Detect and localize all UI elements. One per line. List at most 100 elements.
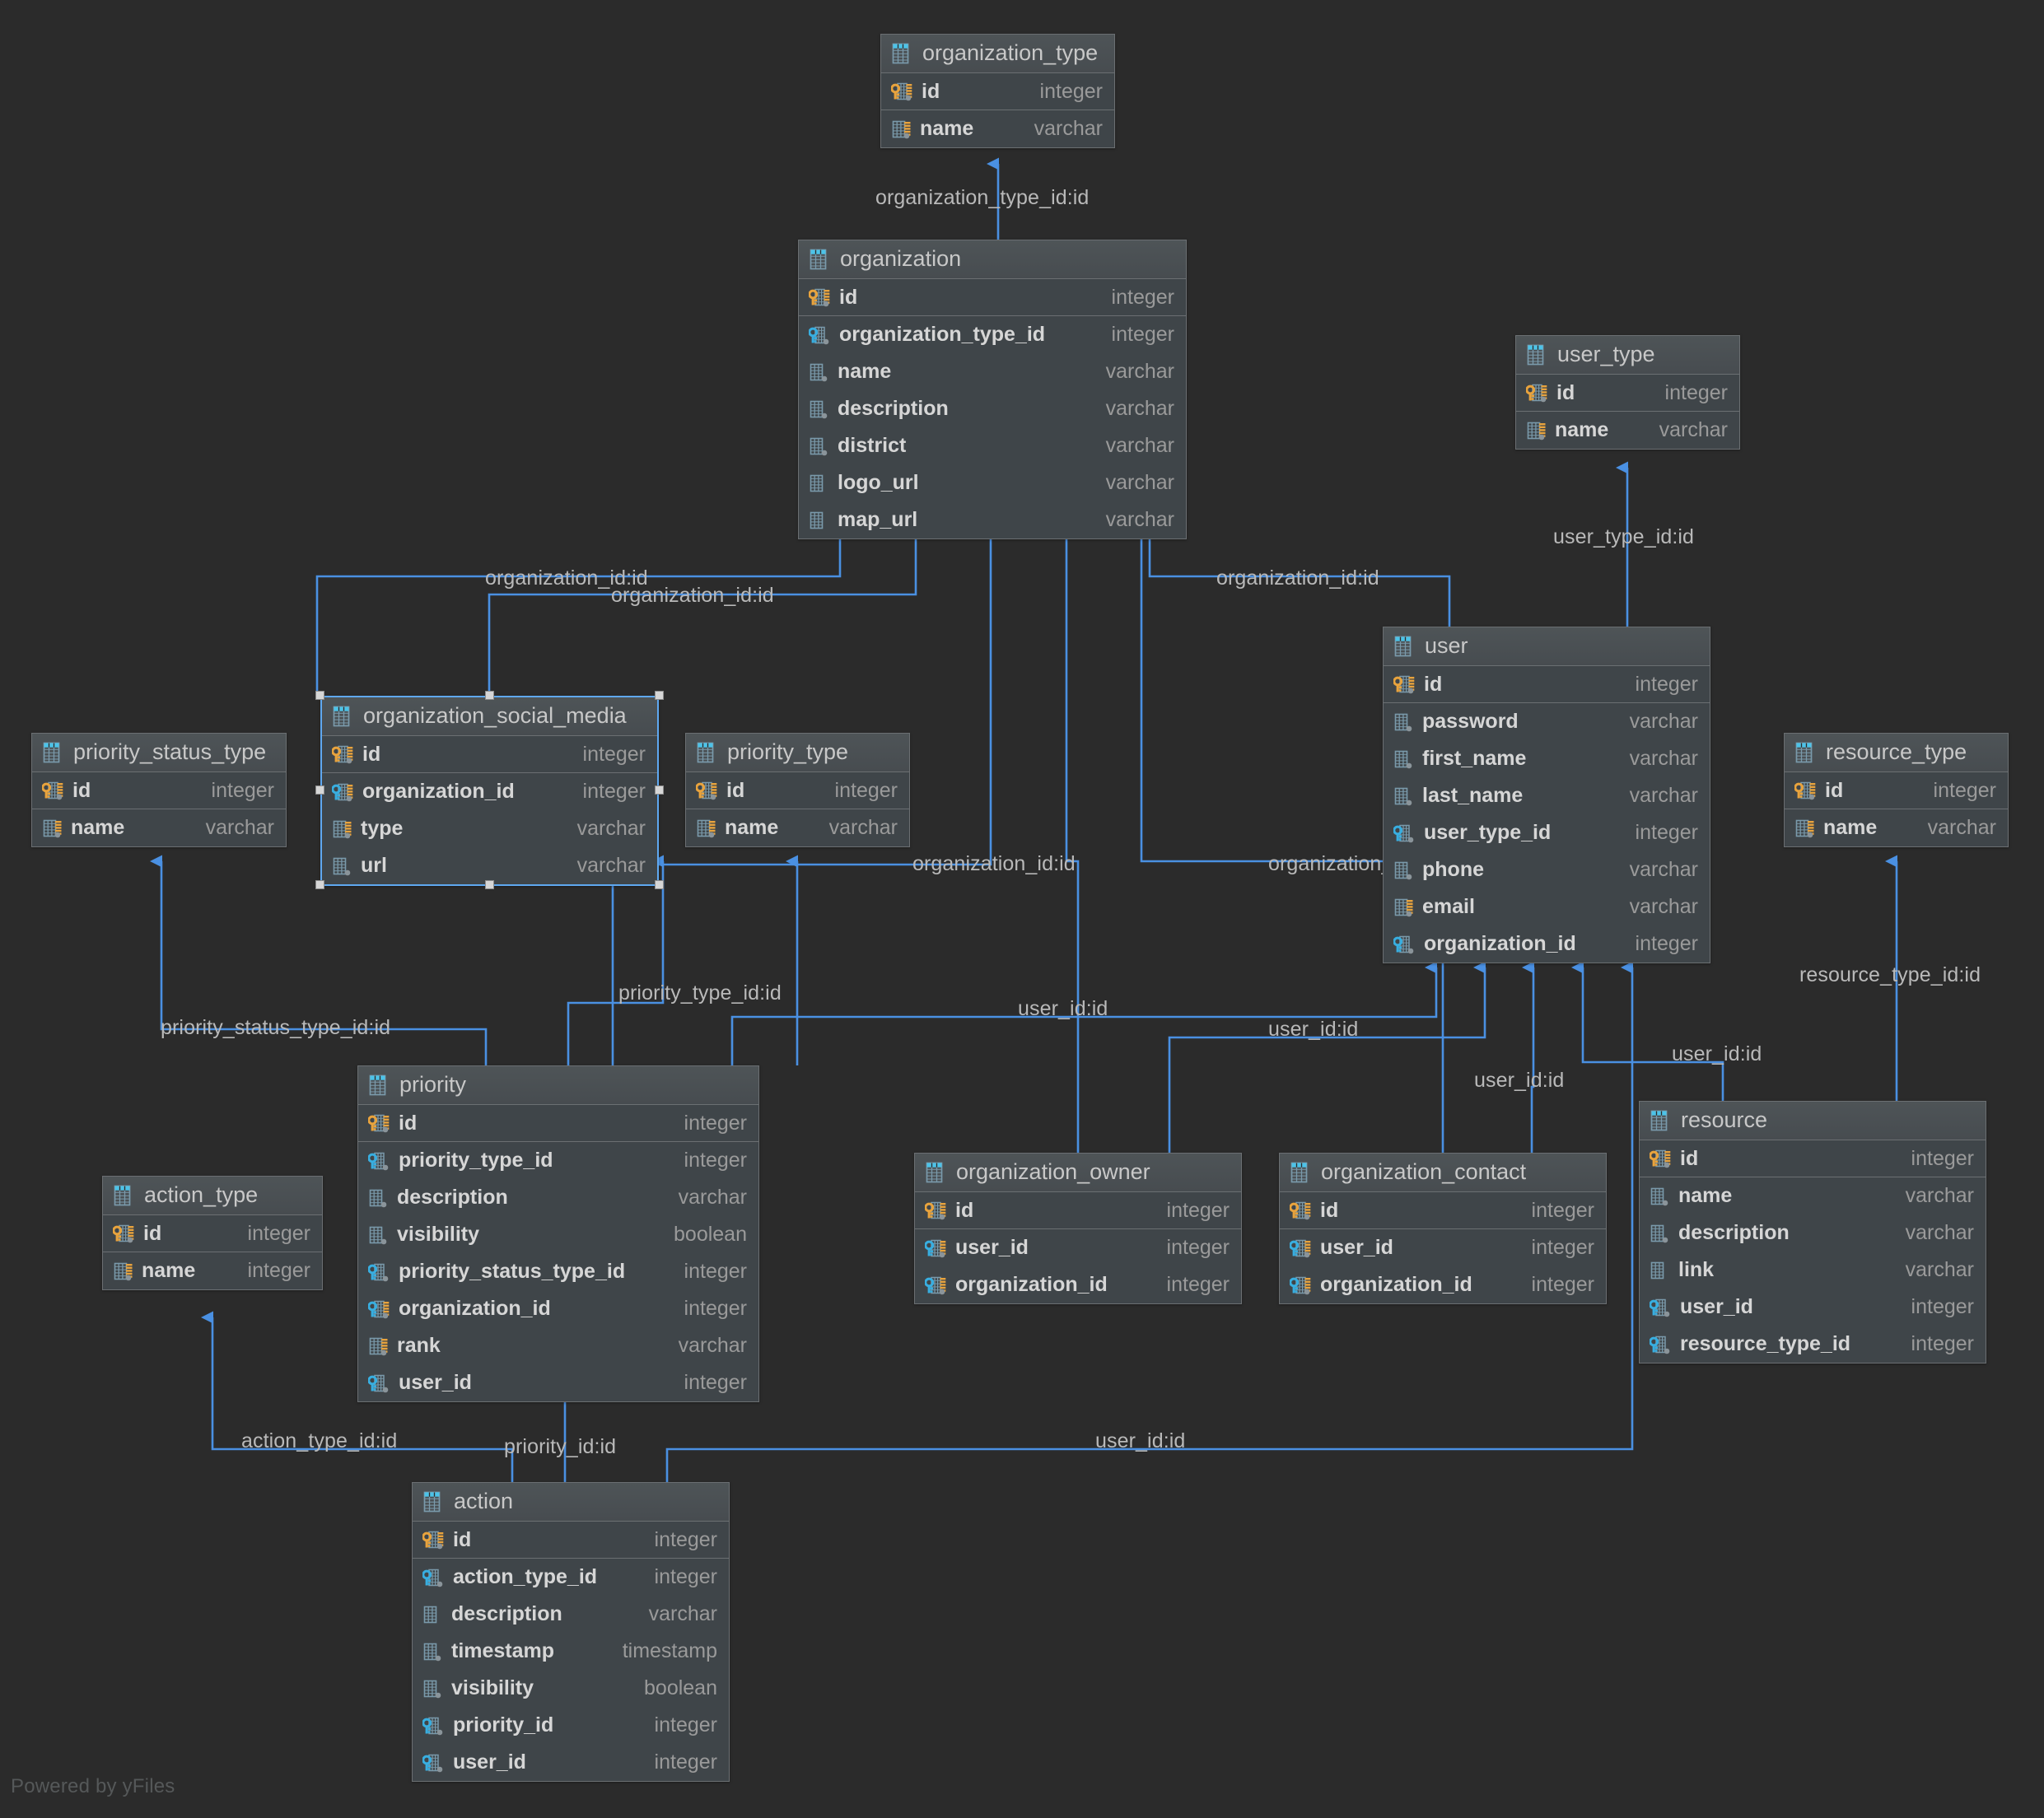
table-node-action[interactable]: action id integer action_type_id integer desc…	[412, 1482, 730, 1782]
column-row-name[interactable]: name varchar	[686, 809, 909, 846]
table-header-organization_social_media[interactable]: organization_social_media	[322, 697, 657, 736]
selection-handle-4[interactable]	[655, 785, 664, 795]
column-row-name[interactable]: name varchar	[1516, 412, 1739, 449]
table-header-organization_owner[interactable]: organization_owner	[915, 1154, 1241, 1192]
column-row-password[interactable]: password varchar	[1384, 703, 1710, 740]
table-node-organization_contact[interactable]: organization_contact id integer user_id inte…	[1279, 1153, 1607, 1304]
column-row-id[interactable]: id integer	[413, 1522, 729, 1559]
table-header-resource_type[interactable]: resource_type	[1785, 734, 2008, 772]
table-header-user[interactable]: user	[1384, 627, 1710, 666]
column-row-url[interactable]: url varchar	[322, 847, 657, 884]
table-node-organization_owner[interactable]: organization_owner id integer user_id intege…	[914, 1153, 1242, 1304]
column-row-description[interactable]: description varchar	[799, 390, 1186, 427]
table-node-priority_type[interactable]: priority_type id integer name varchar	[685, 733, 910, 847]
table-header-action_type[interactable]: action_type	[103, 1177, 322, 1215]
table-header-priority_status_type[interactable]: priority_status_type	[32, 734, 286, 772]
selection-handle-0[interactable]	[315, 691, 324, 700]
table-header-organization[interactable]: organization	[799, 240, 1186, 279]
column-row-id[interactable]: id integer	[103, 1215, 322, 1252]
column-type-label: integer	[1531, 1273, 1594, 1296]
column-row-user_id[interactable]: user_id integer	[413, 1744, 729, 1781]
column-name-label: id	[726, 778, 745, 802]
column-row-user_id[interactable]: user_id integer	[915, 1229, 1241, 1266]
selection-handle-3[interactable]	[315, 785, 324, 795]
column-row-priority_type_id[interactable]: priority_type_id integer	[358, 1142, 758, 1179]
selection-handle-6[interactable]	[485, 880, 494, 889]
column-row-visibility[interactable]: visibility boolean	[413, 1670, 729, 1707]
column-row-first_name[interactable]: first_name varchar	[1384, 740, 1710, 777]
table-header-user_type[interactable]: user_type	[1516, 336, 1739, 375]
column-row-id[interactable]: id integer	[322, 736, 657, 773]
table-node-resource_type[interactable]: resource_type id integer name varchar	[1784, 733, 2009, 847]
column-row-link[interactable]: link varchar	[1640, 1252, 1986, 1289]
table-header-priority[interactable]: priority	[358, 1066, 758, 1105]
column-row-name[interactable]: name varchar	[799, 353, 1186, 390]
column-row-user_id[interactable]: user_id integer	[358, 1364, 758, 1401]
column-row-logo_url[interactable]: logo_url varchar	[799, 464, 1186, 501]
column-row-user_type_id[interactable]: user_type_id integer	[1384, 814, 1710, 851]
column-row-name[interactable]: name varchar	[1640, 1177, 1986, 1214]
column-row-id[interactable]: id integer	[799, 279, 1186, 316]
table-header-organization_type[interactable]: organization_type	[881, 35, 1114, 73]
column-row-user_id[interactable]: user_id integer	[1640, 1289, 1986, 1326]
column-row-district[interactable]: district varchar	[799, 427, 1186, 464]
column-row-email[interactable]: email varchar	[1384, 888, 1710, 925]
table-node-organization_type[interactable]: organization_type id integer name varchar	[880, 34, 1115, 148]
column-row-id[interactable]: id integer	[686, 772, 909, 809]
column-row-last_name[interactable]: last_name varchar	[1384, 777, 1710, 814]
column-row-id[interactable]: id integer	[881, 73, 1114, 110]
column-row-map_url[interactable]: map_url varchar	[799, 501, 1186, 538]
table-header-resource[interactable]: resource	[1640, 1102, 1986, 1140]
table-header-priority_type[interactable]: priority_type	[686, 734, 909, 772]
column-row-id[interactable]: id integer	[915, 1192, 1241, 1229]
column-row-phone[interactable]: phone varchar	[1384, 851, 1710, 888]
column-row-id[interactable]: id integer	[1280, 1192, 1606, 1229]
column-row-organization_id[interactable]: organization_id integer	[1280, 1266, 1606, 1303]
column-row-id[interactable]: id integer	[1785, 772, 2008, 809]
column-row-rank[interactable]: rank varchar	[358, 1327, 758, 1364]
column-row-id[interactable]: id integer	[32, 772, 286, 809]
column-row-priority_id[interactable]: priority_id integer	[413, 1707, 729, 1744]
column-row-name[interactable]: name integer	[103, 1252, 322, 1289]
column-row-description[interactable]: description varchar	[1640, 1214, 1986, 1252]
column-row-description[interactable]: description varchar	[358, 1179, 758, 1216]
table-header-action[interactable]: action	[413, 1483, 729, 1522]
table-node-organization_social_media[interactable]: organization_social_media id integer organi…	[320, 696, 659, 886]
table-node-user[interactable]: user id integer password varchar first_name va…	[1383, 627, 1710, 963]
foreign-key-icon	[368, 1298, 391, 1320]
column-row-name[interactable]: name varchar	[32, 809, 286, 846]
column-row-name[interactable]: name varchar	[881, 110, 1114, 147]
column-row-type[interactable]: type varchar	[322, 810, 657, 847]
table-node-organization[interactable]: organization id integer organization_type_i…	[798, 240, 1187, 539]
selection-handle-1[interactable]	[485, 691, 494, 700]
table-node-user_type[interactable]: user_type id integer name varchar	[1515, 335, 1740, 450]
table-node-action_type[interactable]: action_type id integer name integer	[102, 1176, 323, 1290]
column-row-id[interactable]: id integer	[1640, 1140, 1986, 1177]
column-row-organization_id[interactable]: organization_id integer	[322, 773, 657, 810]
column-row-id[interactable]: id integer	[1384, 666, 1710, 703]
index-column-icon	[42, 818, 63, 839]
er-diagram-canvas[interactable]: organization_type_id:id organization_id:i…	[0, 0, 2044, 1818]
column-row-organization_id[interactable]: organization_id integer	[358, 1290, 758, 1327]
column-row-id[interactable]: id integer	[358, 1105, 758, 1142]
column-type-label: varchar	[576, 854, 646, 877]
table-node-priority_status_type[interactable]: priority_status_type id integer name varchar	[31, 733, 287, 847]
table-node-resource[interactable]: resource id integer name varchar description v…	[1639, 1101, 1986, 1364]
column-row-visibility[interactable]: visibility boolean	[358, 1216, 758, 1253]
column-row-description[interactable]: description varchar	[413, 1596, 729, 1633]
column-row-organization_type_id[interactable]: organization_type_id integer	[799, 316, 1186, 353]
table-header-organization_contact[interactable]: organization_contact	[1280, 1154, 1606, 1192]
selection-handle-2[interactable]	[655, 691, 664, 700]
table-node-priority[interactable]: priority id integer priority_type_id integer…	[357, 1065, 759, 1402]
column-row-organization_id[interactable]: organization_id integer	[1384, 925, 1710, 963]
selection-handle-5[interactable]	[315, 880, 324, 889]
column-row-id[interactable]: id integer	[1516, 375, 1739, 412]
column-row-resource_type_id[interactable]: resource_type_id integer	[1640, 1326, 1986, 1363]
column-row-organization_id[interactable]: organization_id integer	[915, 1266, 1241, 1303]
column-row-user_id[interactable]: user_id integer	[1280, 1229, 1606, 1266]
selection-handle-7[interactable]	[655, 880, 664, 889]
column-row-timestamp[interactable]: timestamp timestamp	[413, 1633, 729, 1670]
column-row-action_type_id[interactable]: action_type_id integer	[413, 1559, 729, 1596]
column-row-priority_status_type_id[interactable]: priority_status_type_id integer	[358, 1253, 758, 1290]
column-row-name[interactable]: name varchar	[1785, 809, 2008, 846]
